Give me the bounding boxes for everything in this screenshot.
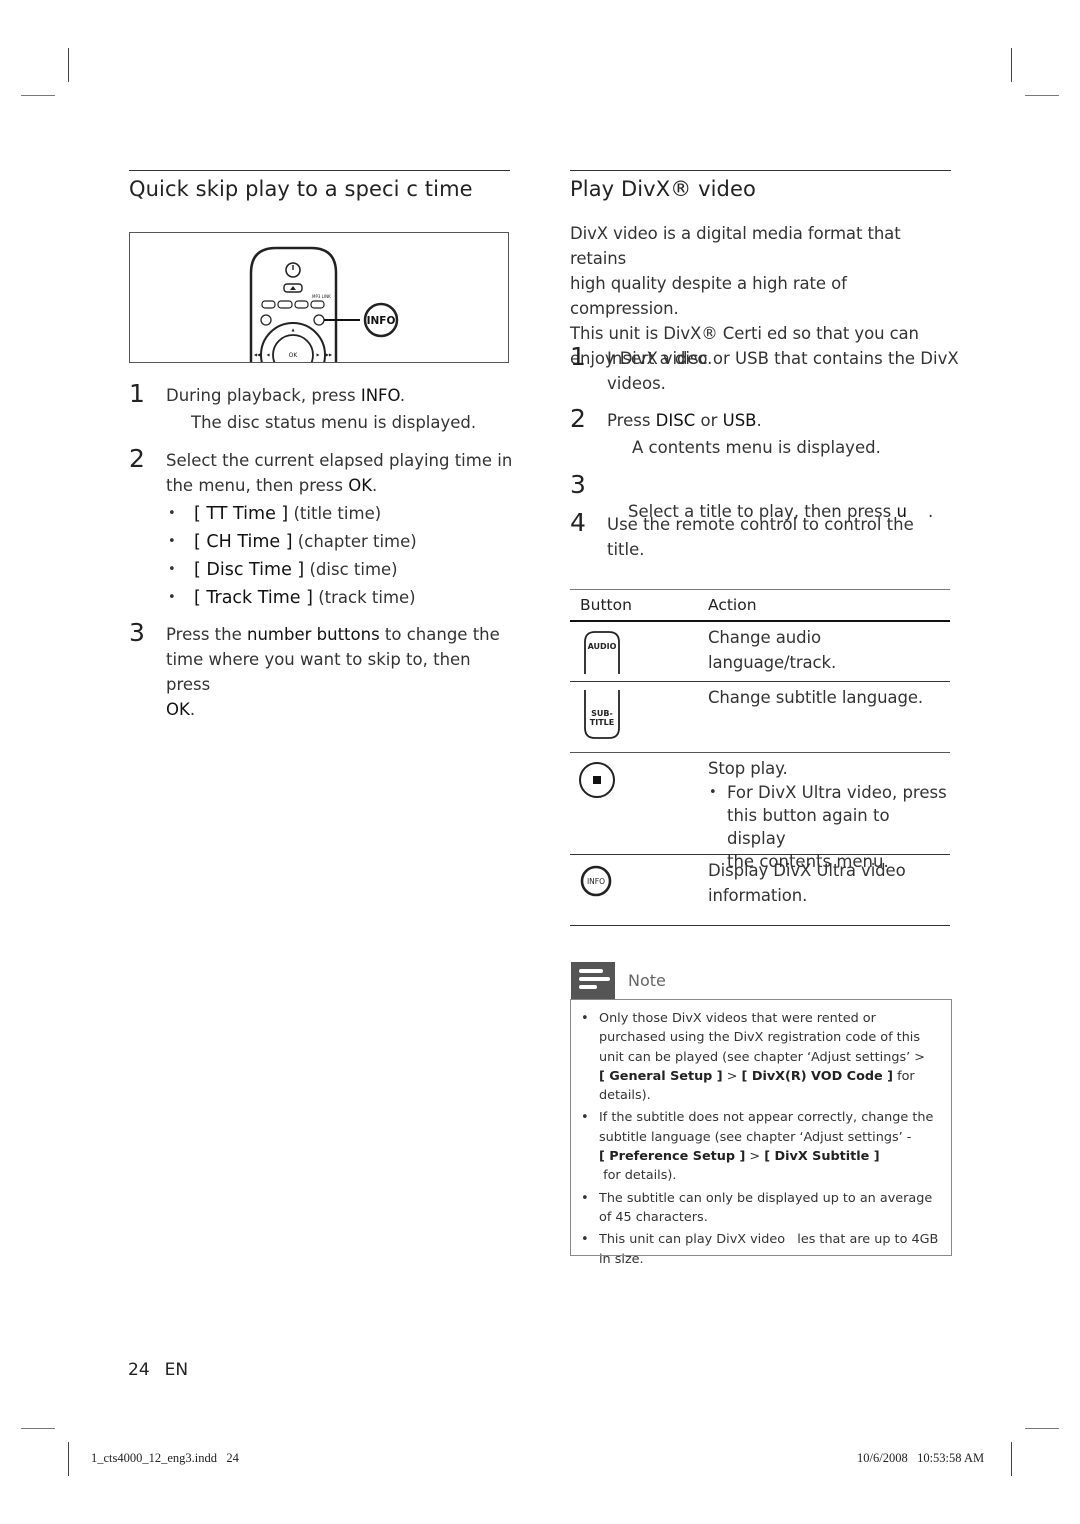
svg-text:◀◀: ◀◀ xyxy=(254,352,261,357)
crop-mark-bottom-right-horizontal xyxy=(1025,1428,1059,1429)
info-callout-label: INFO xyxy=(367,315,396,327)
page-language: EN xyxy=(164,1360,189,1380)
file-name: 1_cts4000_12_eng3.indd 24 xyxy=(91,1451,239,1465)
remote-control-icon: MP3 LINK INFO OK ▲ ◀ ▶ ◀◀ ▶▶ xyxy=(249,246,399,362)
page-number-footer: 24 EN xyxy=(128,1360,188,1380)
page-number: 24 xyxy=(128,1360,150,1380)
ok-label: OK xyxy=(289,352,299,359)
svg-text:◀: ◀ xyxy=(266,352,270,357)
option-disc-time: [ Disc Time ] (disc time) xyxy=(166,556,519,584)
note-header: Note xyxy=(570,962,770,1000)
print-timestamp: 10/6/2008 10:53:58 AM xyxy=(857,1451,985,1465)
note-icon xyxy=(571,962,615,999)
svg-text:MP3 LINK: MP3 LINK xyxy=(312,294,331,299)
info-button-icon: INFO xyxy=(580,865,612,897)
info-key: INFO xyxy=(360,386,400,405)
step-number: 1 xyxy=(570,342,586,371)
left-step-1: 1 During playback, press INFO. The disc … xyxy=(129,379,519,435)
note-box: Only those DivX videos that were rented … xyxy=(570,999,952,1267)
step-number: 2 xyxy=(129,444,145,473)
svg-text:INFO: INFO xyxy=(587,877,605,886)
right-section-title: Play DivX® video xyxy=(570,177,756,201)
right-step-1: 1 Insert a disc or USB that contains the… xyxy=(570,342,959,393)
left-section-rule xyxy=(129,170,510,171)
table-action: Change subtitle language. xyxy=(708,688,924,707)
crop-mark-top-left-horizontal xyxy=(21,95,55,96)
step-number: 3 xyxy=(570,470,586,499)
stop-button-icon xyxy=(579,762,615,798)
step-result: A contents menu is displayed. xyxy=(632,438,881,457)
table-row: AUDIO Change audio language/track. xyxy=(570,622,950,681)
table-action: Stop play. xyxy=(708,759,788,778)
right-section-rule xyxy=(570,170,951,171)
svg-text:SUB-: SUB- xyxy=(591,709,613,718)
table-row: Stop play. • For DivX Ultra video, press… xyxy=(570,753,950,871)
table-row: SUB- TITLE Change subtitle language. xyxy=(570,682,950,752)
note-item: The subtitle can only be displayed up to… xyxy=(571,1189,951,1228)
step-number: 4 xyxy=(570,508,586,537)
svg-text:TITLE: TITLE xyxy=(590,718,614,727)
note-list: Only those DivX videos that were rented … xyxy=(571,1009,951,1269)
crop-mark-bottom-right-vertical xyxy=(1011,1442,1012,1476)
svg-text:AUDIO: AUDIO xyxy=(588,642,617,651)
left-section-title: Quick skip play to a speci c time xyxy=(129,177,473,201)
svg-text:▲: ▲ xyxy=(291,327,295,332)
table-action: Change audio language/track. xyxy=(708,628,837,672)
option-track-time: [ Track Time ] (track time) xyxy=(166,584,519,612)
left-step-2: 2 Select the current elapsed playing tim… xyxy=(129,444,519,612)
note-item: If the subtitle does not appear correctl… xyxy=(571,1108,951,1185)
svg-text:▶▶: ▶▶ xyxy=(326,352,333,357)
table-header-button: Button xyxy=(580,596,632,614)
note-title: Note xyxy=(628,971,666,990)
ok-key: OK xyxy=(348,476,373,495)
note-item: This unit can play DivX video les that a… xyxy=(571,1230,951,1269)
table-bottom-rule xyxy=(570,925,950,926)
crop-mark-bottom-left-horizontal xyxy=(21,1428,55,1429)
ok-key: OK xyxy=(166,700,190,719)
left-step-3: 3 Press the number buttons to change the… xyxy=(129,618,500,719)
table-top-rule xyxy=(570,589,950,590)
crop-mark-bottom-left-vertical xyxy=(68,1442,69,1476)
crop-mark-top-left-vertical xyxy=(68,48,69,82)
remote-illustration: MP3 LINK INFO OK ▲ ◀ ▶ ◀◀ ▶▶ xyxy=(129,232,509,363)
right-step-2: 2 Press DISC or USB. A contents menu is … xyxy=(570,404,960,460)
step-result: The disc status menu is displayed. xyxy=(191,413,477,432)
table-row: INFO Display DivX Ultra video informatio… xyxy=(570,855,950,925)
crop-mark-top-right-horizontal xyxy=(1025,95,1059,96)
step-number: 3 xyxy=(129,618,145,647)
table-header-action: Action xyxy=(708,596,757,614)
option-tt-time: [ TT Time ] (title time) xyxy=(166,500,519,528)
option-ch-time: [ CH Time ] (chapter time) xyxy=(166,528,519,556)
step-number: 1 xyxy=(129,379,145,408)
right-step-4: 4 Use the remote control to control the … xyxy=(570,508,914,559)
time-options-list: [ TT Time ] (title time) [ CH Time ] (ch… xyxy=(166,500,519,612)
note-item: Only those DivX videos that were rented … xyxy=(571,1009,951,1105)
disc-key: DISC xyxy=(655,411,696,430)
table-action: Display DivX Ultra video information. xyxy=(708,861,906,905)
svg-text:▶: ▶ xyxy=(316,352,320,357)
step-number: 2 xyxy=(570,404,586,433)
subtitle-button-icon: SUB- TITLE xyxy=(584,690,620,739)
crop-mark-top-right-vertical xyxy=(1011,48,1012,82)
number-buttons-key: number buttons xyxy=(247,625,380,644)
audio-button-icon: AUDIO xyxy=(584,631,620,674)
usb-key: USB xyxy=(722,411,757,430)
